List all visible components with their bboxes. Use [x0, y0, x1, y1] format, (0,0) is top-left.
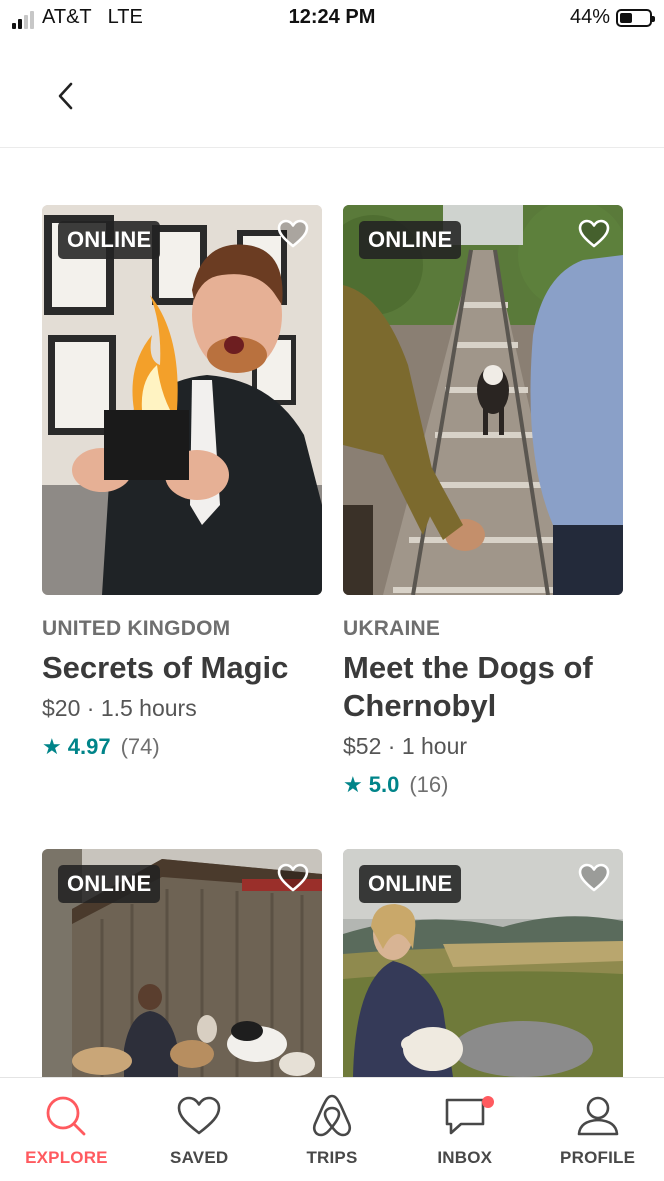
- review-count: (74): [120, 734, 160, 759]
- tab-saved[interactable]: SAVED: [133, 1078, 266, 1181]
- tab-label: TRIPS: [306, 1148, 358, 1167]
- online-badge: ONLINE: [58, 221, 161, 259]
- experience-price: $52 · 1 hour: [343, 733, 468, 759]
- tab-trips[interactable]: TRIPS: [266, 1078, 399, 1181]
- magician-photo: [42, 205, 322, 595]
- clock: 12:24 PM: [288, 6, 376, 28]
- tab-label: SAVED: [170, 1148, 229, 1167]
- online-badge: ONLINE: [58, 865, 161, 903]
- rating-score: 4.97: [67, 734, 111, 759]
- experience-photo[interactable]: ONLINE: [42, 205, 322, 595]
- status-right: 44%: [569, 6, 655, 29]
- tab-label: PROFILE: [560, 1148, 636, 1167]
- heart-icon[interactable]: [276, 861, 310, 895]
- experience-country: UNITED KINGDOM: [42, 617, 231, 640]
- experience-photo[interactable]: ONLINE: [343, 849, 623, 1077]
- experience-card[interactable]: ONLINE: [42, 849, 322, 1077]
- tab-label: INBOX: [437, 1148, 493, 1167]
- experience-title[interactable]: Meet the Dogs of Chernobyl: [343, 649, 623, 725]
- airbnb-logo-icon: [312, 1094, 352, 1137]
- top-bar: [0, 40, 664, 148]
- heart-icon[interactable]: [276, 217, 310, 251]
- railway-dog-photo: [343, 205, 623, 595]
- tab-label: EXPLORE: [25, 1148, 108, 1167]
- chevron-left-icon: [58, 82, 73, 110]
- experience-card[interactable]: ONLINE UNITED KINGDOM Secrets of Magic $…: [42, 205, 322, 760]
- person-icon: [577, 1096, 618, 1136]
- star-icon: ★: [42, 734, 62, 759]
- star-icon: ★: [343, 772, 363, 797]
- online-badge: ONLINE: [359, 865, 462, 903]
- review-count: (16): [409, 772, 449, 797]
- notification-dot: [482, 1096, 495, 1108]
- experience-country: UKRAINE: [343, 617, 441, 640]
- tab-explore[interactable]: EXPLORE: [0, 1078, 133, 1181]
- experience-price: $20 · 1.5 hours: [42, 695, 197, 721]
- tab-profile[interactable]: PROFILE: [531, 1078, 664, 1181]
- back-button[interactable]: [44, 74, 88, 118]
- experience-rating: ★ 4.97 (74): [42, 734, 322, 760]
- experience-card[interactable]: ONLINE UKRAINE Meet the Dogs of Chernoby…: [343, 205, 623, 798]
- experience-card[interactable]: ONLINE: [343, 849, 623, 1077]
- heart-icon[interactable]: [577, 861, 611, 895]
- experience-title[interactable]: Secrets of Magic: [42, 649, 322, 687]
- heart-icon: [177, 1096, 221, 1135]
- experience-photo[interactable]: ONLINE: [42, 849, 322, 1077]
- experience-photo[interactable]: ONLINE: [343, 205, 623, 595]
- status-bar: AT&T LTE 12:24 PM 44%: [0, 0, 664, 40]
- bottom-tab-bar: EXPLORE SAVED TRIPS INBOX PROFILE: [0, 1077, 664, 1181]
- tab-inbox[interactable]: INBOX: [398, 1078, 531, 1181]
- rating-score: 5.0: [368, 772, 400, 797]
- search-icon: [46, 1096, 86, 1136]
- experience-rating: ★ 5.0 (16): [343, 772, 623, 798]
- battery-percent: 44%: [569, 6, 610, 28]
- online-badge: ONLINE: [359, 221, 462, 259]
- battery-icon: [616, 8, 655, 27]
- heart-icon[interactable]: [577, 217, 611, 251]
